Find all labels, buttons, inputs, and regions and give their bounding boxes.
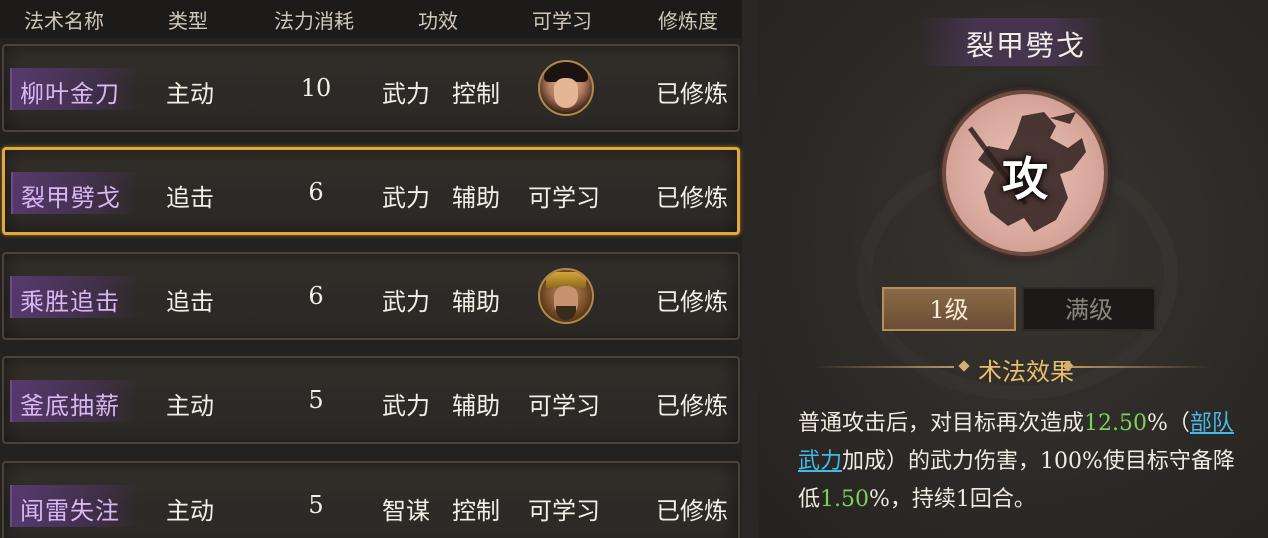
skill-name: 釜底抽薪 <box>20 392 120 420</box>
skill-effect-2: 控制 <box>452 80 500 108</box>
skill-type: 主动 <box>166 497 214 525</box>
skill-name-plate: 乘胜追击 <box>10 276 138 318</box>
skill-effect-2: 控制 <box>452 497 500 525</box>
skill-effect-2: 辅助 <box>452 288 500 316</box>
female-general-portrait-icon[interactable] <box>538 60 594 116</box>
skill-row[interactable]: 柳叶金刀 主动 10 武力 控制 已修炼 <box>2 44 740 132</box>
skill-name: 裂甲劈戈 <box>21 184 121 212</box>
skill-cost: 10 <box>300 74 332 102</box>
diamond-ornament-icon <box>958 360 970 372</box>
skill-progress: 已修炼 <box>656 288 728 316</box>
portrait-beard <box>556 306 576 320</box>
effect-title: 术法效果 <box>978 358 1074 386</box>
skill-effect-1: 武力 <box>382 80 430 108</box>
level-1-button[interactable]: 1级 <box>882 287 1016 331</box>
header-effect: 功效 <box>418 9 458 33</box>
skill-cost: 5 <box>308 386 324 414</box>
attack-warrior-emblem-icon: 攻 <box>942 90 1108 256</box>
skill-effect-2: 辅助 <box>452 184 500 212</box>
skill-learnable: 可学习 <box>528 184 600 212</box>
skill-cost: 5 <box>308 491 324 519</box>
skill-learnable: 可学习 <box>528 497 600 525</box>
defense-reduction-value: 1.50 <box>820 487 869 512</box>
skill-effect-1: 智谋 <box>382 497 430 525</box>
skill-cost: 6 <box>308 282 324 310</box>
skill-row[interactable]: 乘胜追击 追击 6 武力 辅助 已修炼 <box>2 252 740 340</box>
max-level-button[interactable]: 满级 <box>1022 287 1156 331</box>
skill-name: 乘胜追击 <box>20 288 120 316</box>
divider-right <box>1072 366 1212 368</box>
skill-name: 柳叶金刀 <box>20 80 120 108</box>
male-general-portrait-icon[interactable] <box>538 268 594 324</box>
skill-detail-title: 裂甲劈戈 <box>965 29 1087 62</box>
header-learnable: 可学习 <box>532 9 592 33</box>
skill-type: 追击 <box>166 288 214 316</box>
skill-name-plate: 釜底抽薪 <box>10 380 138 422</box>
skill-list-header: 法术名称 类型 法力消耗 功效 可学习 修炼度 <box>0 0 742 38</box>
skill-name-plate: 柳叶金刀 <box>10 68 138 110</box>
skill-name: 闻雷失注 <box>20 497 120 525</box>
skill-name-plate: 闻雷失注 <box>10 485 138 527</box>
skill-effect-1: 武力 <box>382 288 430 316</box>
skill-type: 追击 <box>166 184 214 212</box>
skill-progress: 已修炼 <box>656 392 728 420</box>
skill-type: 主动 <box>166 392 214 420</box>
damage-rate-value: 12.50 <box>1084 411 1147 436</box>
skill-name-plate: 裂甲劈戈 <box>11 172 139 214</box>
divider-left <box>814 366 954 368</box>
emblem-glyph: 攻 <box>1002 152 1048 207</box>
skill-cost: 6 <box>308 178 324 206</box>
effect-text-part: %（ <box>1147 411 1190 436</box>
skill-progress: 已修炼 <box>656 497 728 525</box>
skill-progress: 已修炼 <box>656 80 728 108</box>
skill-effect-2: 辅助 <box>452 392 500 420</box>
effect-section-header: 术法效果 <box>814 352 1212 386</box>
skill-row-selected[interactable]: 裂甲劈戈 追击 6 武力 辅助 可学习 已修炼 <box>2 147 740 235</box>
effect-text-part: 普通攻击后，对目标再次造成 <box>798 411 1085 436</box>
skill-row[interactable]: 釜底抽薪 主动 5 武力 辅助 可学习 已修炼 <box>2 356 740 444</box>
skill-list-panel: 法术名称 类型 法力消耗 功效 可学习 修炼度 柳叶金刀 主动 10 武力 控制… <box>0 0 742 538</box>
skill-effect-1: 武力 <box>382 184 430 212</box>
skill-row[interactable]: 闻雷失注 主动 5 智谋 控制 可学习 已修炼 <box>2 461 740 538</box>
portrait-face <box>554 78 578 108</box>
effect-description: 普通攻击后，对目标再次造成12.50%（部队武力加成）的武力伤害，100%使目标… <box>798 405 1248 519</box>
skill-progress: 已修炼 <box>656 184 728 212</box>
skill-effect-1: 武力 <box>382 392 430 420</box>
header-skill-name: 法术名称 <box>24 9 104 33</box>
header-progress: 修炼度 <box>658 9 718 33</box>
effect-text-part: %，持续1回合。 <box>869 487 1036 512</box>
skill-detail-panel: 裂甲劈戈 攻 1级 满级 术法效果 普通攻击后，对目标再次造成12.50%（部队… <box>758 0 1268 538</box>
header-cost: 法力消耗 <box>274 9 354 33</box>
header-type: 类型 <box>168 9 208 33</box>
skill-learnable: 可学习 <box>528 392 600 420</box>
skill-type: 主动 <box>166 80 214 108</box>
